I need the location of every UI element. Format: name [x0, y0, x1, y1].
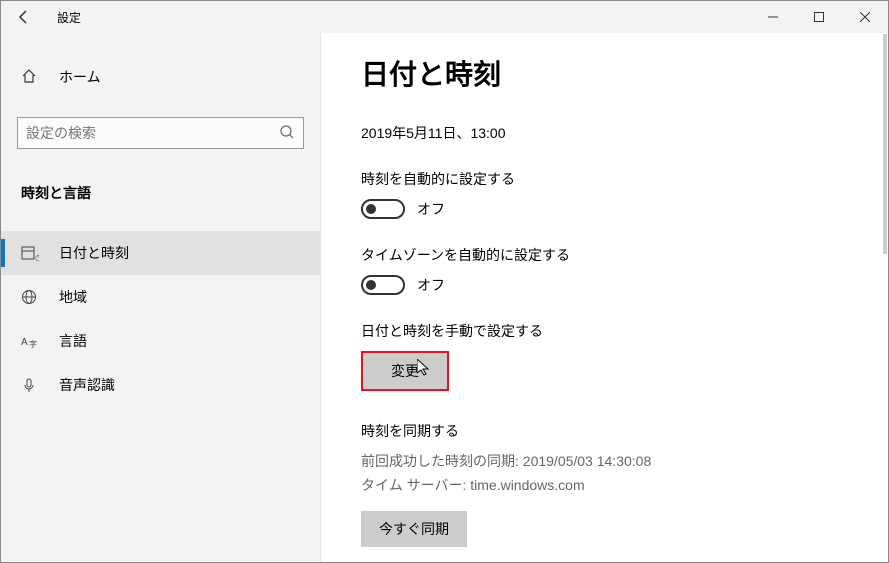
sync-title: 時刻を同期する — [361, 421, 848, 441]
back-button[interactable] — [1, 1, 47, 33]
auto-time-state: オフ — [417, 199, 445, 219]
close-button[interactable] — [842, 1, 888, 33]
svg-text:⏱: ⏱ — [35, 254, 39, 262]
sidebar-item-label: 地域 — [59, 287, 87, 307]
minimize-button[interactable] — [750, 1, 796, 33]
main-content: 日付と時刻 2019年5月11日、13:00 時刻を自動的に設定する オフ タイ… — [321, 33, 888, 562]
sidebar-item-label: 日付と時刻 — [59, 243, 129, 263]
category-header: 時刻と言語 — [1, 175, 320, 211]
language-icon: A字 — [21, 333, 41, 349]
page-title: 日付と時刻 — [361, 53, 848, 93]
auto-time-label: 時刻を自動的に設定する — [361, 169, 848, 189]
title-bar: 設定 — [1, 1, 888, 33]
svg-text:A: A — [21, 337, 28, 348]
sidebar-item-speech[interactable]: 音声認識 — [1, 363, 320, 407]
scrollbar-thumb[interactable] — [883, 34, 887, 254]
sidebar-item-region[interactable]: 地域 — [1, 275, 320, 319]
auto-time-toggle[interactable] — [361, 199, 405, 219]
window-title: 設定 — [57, 9, 81, 26]
svg-text:字: 字 — [29, 339, 37, 349]
last-sync-text: 前回成功した時刻の同期: 2019/05/03 14:30:08 — [361, 451, 848, 471]
scrollbar[interactable] — [883, 34, 887, 561]
sidebar-item-label: 言語 — [59, 331, 87, 351]
search-icon — [279, 124, 295, 143]
home-label: ホーム — [59, 67, 101, 87]
search-input[interactable] — [26, 125, 279, 141]
sidebar: ホーム 時刻と言語 ⏱ 日付と時刻 地域 A字 言語 — [1, 33, 321, 562]
sidebar-item-language[interactable]: A字 言語 — [1, 319, 320, 363]
auto-tz-label: タイムゾーンを自動的に設定する — [361, 245, 848, 265]
sidebar-item-label: 音声認識 — [59, 375, 115, 395]
home-nav[interactable]: ホーム — [1, 59, 320, 95]
current-datetime: 2019年5月11日、13:00 — [361, 123, 848, 143]
auto-tz-toggle[interactable] — [361, 275, 405, 295]
datetime-icon: ⏱ — [21, 244, 41, 262]
home-icon — [21, 68, 41, 87]
maximize-button[interactable] — [796, 1, 842, 33]
manual-set-label: 日付と時刻を手動で設定する — [361, 321, 848, 341]
search-box[interactable] — [17, 117, 304, 149]
sync-now-button[interactable]: 今すぐ同期 — [361, 511, 467, 547]
sidebar-item-datetime[interactable]: ⏱ 日付と時刻 — [1, 231, 320, 275]
auto-tz-state: オフ — [417, 275, 445, 295]
microphone-icon — [21, 377, 41, 393]
globe-icon — [21, 289, 41, 305]
change-button[interactable]: 変更 — [361, 351, 449, 391]
time-server-text: タイム サーバー: time.windows.com — [361, 475, 848, 495]
